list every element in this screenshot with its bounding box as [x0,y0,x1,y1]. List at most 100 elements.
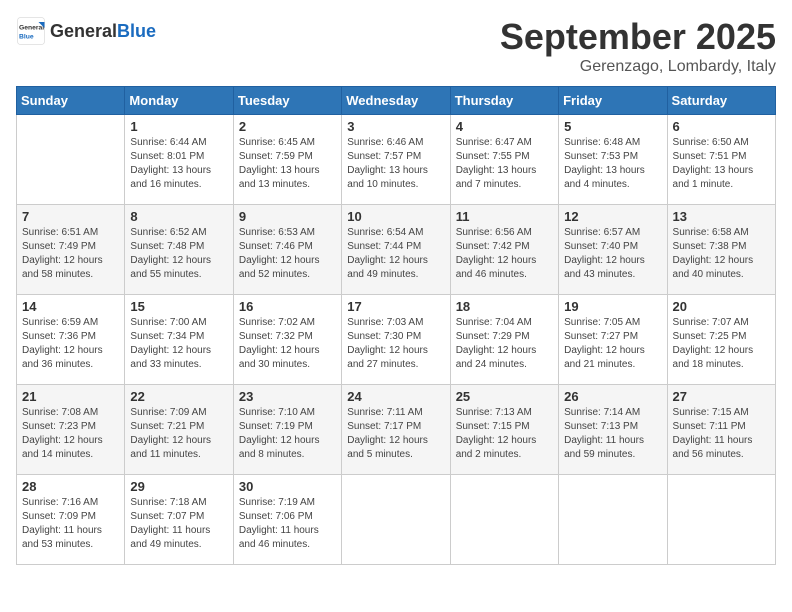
calendar-cell: 26 Sunrise: 7:14 AMSunset: 7:13 PMDayligh… [559,385,667,475]
day-info: Sunrise: 7:02 AMSunset: 7:32 PMDaylight:… [239,316,336,372]
day-number: 27 [673,389,770,404]
calendar-cell: 25Sunrise: 7:13 AMSunset: 7:15 PMDayligh… [450,385,558,475]
day-number: 8 [130,209,227,224]
calendar-week-row: 14 Sunrise: 6:59 AMSunset: 7:36 PMDayligh… [17,295,776,385]
calendar-cell: 16 Sunrise: 7:02 AMSunset: 7:32 PMDayligh… [233,295,341,385]
day-number: 16 [239,299,336,314]
calendar-cell: 4Sunrise: 6:47 AMSunset: 7:55 PMDaylight… [450,115,558,205]
day-info: Sunrise: 6:46 AMSunset: 7:57 PMDaylight:… [347,136,444,192]
day-info: Sunrise: 6:56 AMSunset: 7:42 PMDaylight:… [456,226,553,282]
day-number: 24 [347,389,444,404]
day-number: 11 [456,209,553,224]
day-info: Sunrise: 7:09 AMSunset: 7:21 PMDaylight:… [130,406,227,462]
weekday-header-sunday: Sunday [17,87,125,115]
day-info: Sunrise: 6:54 AMSunset: 7:44 PMDaylight:… [347,226,444,282]
day-info: Sunrise: 6:48 AMSunset: 7:53 PMDaylight:… [564,136,661,192]
day-info: Sunrise: 6:47 AMSunset: 7:55 PMDaylight:… [456,136,553,192]
calendar-cell: 29 Sunrise: 7:18 AMSunset: 7:07 PMDayligh… [125,475,233,565]
calendar-week-row: 7 Sunrise: 6:51 AMSunset: 7:49 PMDaylight… [17,205,776,295]
calendar-cell: 1Sunrise: 6:44 AMSunset: 8:01 PMDaylight… [125,115,233,205]
day-info: Sunrise: 7:18 AMSunset: 7:07 PMDaylight:… [130,496,227,552]
day-number: 1 [130,119,227,134]
day-number: 17 [347,299,444,314]
calendar-cell: 27 Sunrise: 7:15 AMSunset: 7:11 PMDayligh… [667,385,775,475]
logo-general: General [50,21,117,42]
calendar-cell [667,475,775,565]
day-info: Sunrise: 6:57 AMSunset: 7:40 PMDaylight:… [564,226,661,282]
day-number: 2 [239,119,336,134]
logo-blue: Blue [117,21,156,42]
day-number: 6 [673,119,770,134]
day-info: Sunrise: 7:07 AMSunset: 7:25 PMDaylight:… [673,316,770,372]
day-info: Sunrise: 7:11 AMSunset: 7:17 PMDaylight:… [347,406,444,462]
day-number: 3 [347,119,444,134]
calendar-cell: 9Sunrise: 6:53 AMSunset: 7:46 PMDaylight… [233,205,341,295]
weekday-header-row: SundayMondayTuesdayWednesdayThursdayFrid… [17,87,776,115]
day-info: Sunrise: 7:13 AMSunset: 7:15 PMDaylight:… [456,406,553,462]
day-number: 10 [347,209,444,224]
day-number: 20 [673,299,770,314]
day-info: Sunrise: 7:08 AMSunset: 7:23 PMDaylight:… [22,406,119,462]
day-info: Sunrise: 6:51 AMSunset: 7:49 PMDaylight:… [22,226,119,282]
day-number: 19 [564,299,661,314]
calendar-cell: 28 Sunrise: 7:16 AMSunset: 7:09 PMDayligh… [17,475,125,565]
calendar-cell: 19 Sunrise: 7:05 AMSunset: 7:27 PMDayligh… [559,295,667,385]
day-number: 22 [130,389,227,404]
day-info: Sunrise: 6:52 AMSunset: 7:48 PMDaylight:… [130,226,227,282]
calendar-cell: 5 Sunrise: 6:48 AMSunset: 7:53 PMDaylight… [559,115,667,205]
calendar-cell: 6 Sunrise: 6:50 AMSunset: 7:51 PMDaylight… [667,115,775,205]
day-info: Sunrise: 7:15 AMSunset: 7:11 PMDaylight:… [673,406,770,462]
day-info: Sunrise: 6:59 AMSunset: 7:36 PMDaylight:… [22,316,119,372]
calendar-cell: 7 Sunrise: 6:51 AMSunset: 7:49 PMDaylight… [17,205,125,295]
day-info: Sunrise: 7:19 AMSunset: 7:06 PMDaylight:… [239,496,336,552]
logo: General Blue GeneralBlue [16,16,156,46]
calendar-week-row: 28 Sunrise: 7:16 AMSunset: 7:09 PMDayligh… [17,475,776,565]
logo-icon: General Blue [16,16,46,46]
calendar-cell: 17 Sunrise: 7:03 AMSunset: 7:30 PMDayligh… [342,295,450,385]
header: General Blue GeneralBlue September 2025 … [16,16,776,76]
day-info: Sunrise: 6:58 AMSunset: 7:38 PMDaylight:… [673,226,770,282]
calendar-cell: 24 Sunrise: 7:11 AMSunset: 7:17 PMDayligh… [342,385,450,475]
weekday-header-tuesday: Tuesday [233,87,341,115]
day-info: Sunrise: 7:14 AMSunset: 7:13 PMDaylight:… [564,406,661,462]
calendar-cell: 13 Sunrise: 6:58 AMSunset: 7:38 PMDayligh… [667,205,775,295]
calendar-cell: 22 Sunrise: 7:09 AMSunset: 7:21 PMDayligh… [125,385,233,475]
calendar-cell: 20 Sunrise: 7:07 AMSunset: 7:25 PMDayligh… [667,295,775,385]
day-number: 9 [239,209,336,224]
day-number: 12 [564,209,661,224]
day-info: Sunrise: 7:16 AMSunset: 7:09 PMDaylight:… [22,496,119,552]
calendar-cell: 10 Sunrise: 6:54 AMSunset: 7:44 PMDayligh… [342,205,450,295]
weekday-header-saturday: Saturday [667,87,775,115]
day-number: 21 [22,389,119,404]
day-info: Sunrise: 6:50 AMSunset: 7:51 PMDaylight:… [673,136,770,192]
calendar-cell: 11 Sunrise: 6:56 AMSunset: 7:42 PMDayligh… [450,205,558,295]
day-number: 14 [22,299,119,314]
calendar-cell: 14 Sunrise: 6:59 AMSunset: 7:36 PMDayligh… [17,295,125,385]
day-number: 28 [22,479,119,494]
calendar-cell: 21 Sunrise: 7:08 AMSunset: 7:23 PMDayligh… [17,385,125,475]
title-section: September 2025 Gerenzago, Lombardy, Ital… [500,16,776,76]
calendar-cell [17,115,125,205]
weekday-header-monday: Monday [125,87,233,115]
day-number: 15 [130,299,227,314]
day-info: Sunrise: 7:03 AMSunset: 7:30 PMDaylight:… [347,316,444,372]
calendar-cell: 2 Sunrise: 6:45 AMSunset: 7:59 PMDaylight… [233,115,341,205]
month-title: September 2025 [500,16,776,58]
calendar-week-row: 21 Sunrise: 7:08 AMSunset: 7:23 PMDayligh… [17,385,776,475]
svg-text:General: General [19,25,44,32]
day-number: 7 [22,209,119,224]
svg-text:Blue: Blue [19,34,34,41]
day-info: Sunrise: 6:45 AMSunset: 7:59 PMDaylight:… [239,136,336,192]
day-number: 13 [673,209,770,224]
day-info: Sunrise: 7:05 AMSunset: 7:27 PMDaylight:… [564,316,661,372]
weekday-header-thursday: Thursday [450,87,558,115]
day-number: 5 [564,119,661,134]
calendar-table: SundayMondayTuesdayWednesdayThursdayFrid… [16,86,776,565]
location-title: Gerenzago, Lombardy, Italy [500,58,776,76]
day-info: Sunrise: 7:00 AMSunset: 7:34 PMDaylight:… [130,316,227,372]
calendar-cell [450,475,558,565]
day-number: 29 [130,479,227,494]
calendar-cell: 8 Sunrise: 6:52 AMSunset: 7:48 PMDaylight… [125,205,233,295]
day-number: 26 [564,389,661,404]
weekday-header-friday: Friday [559,87,667,115]
